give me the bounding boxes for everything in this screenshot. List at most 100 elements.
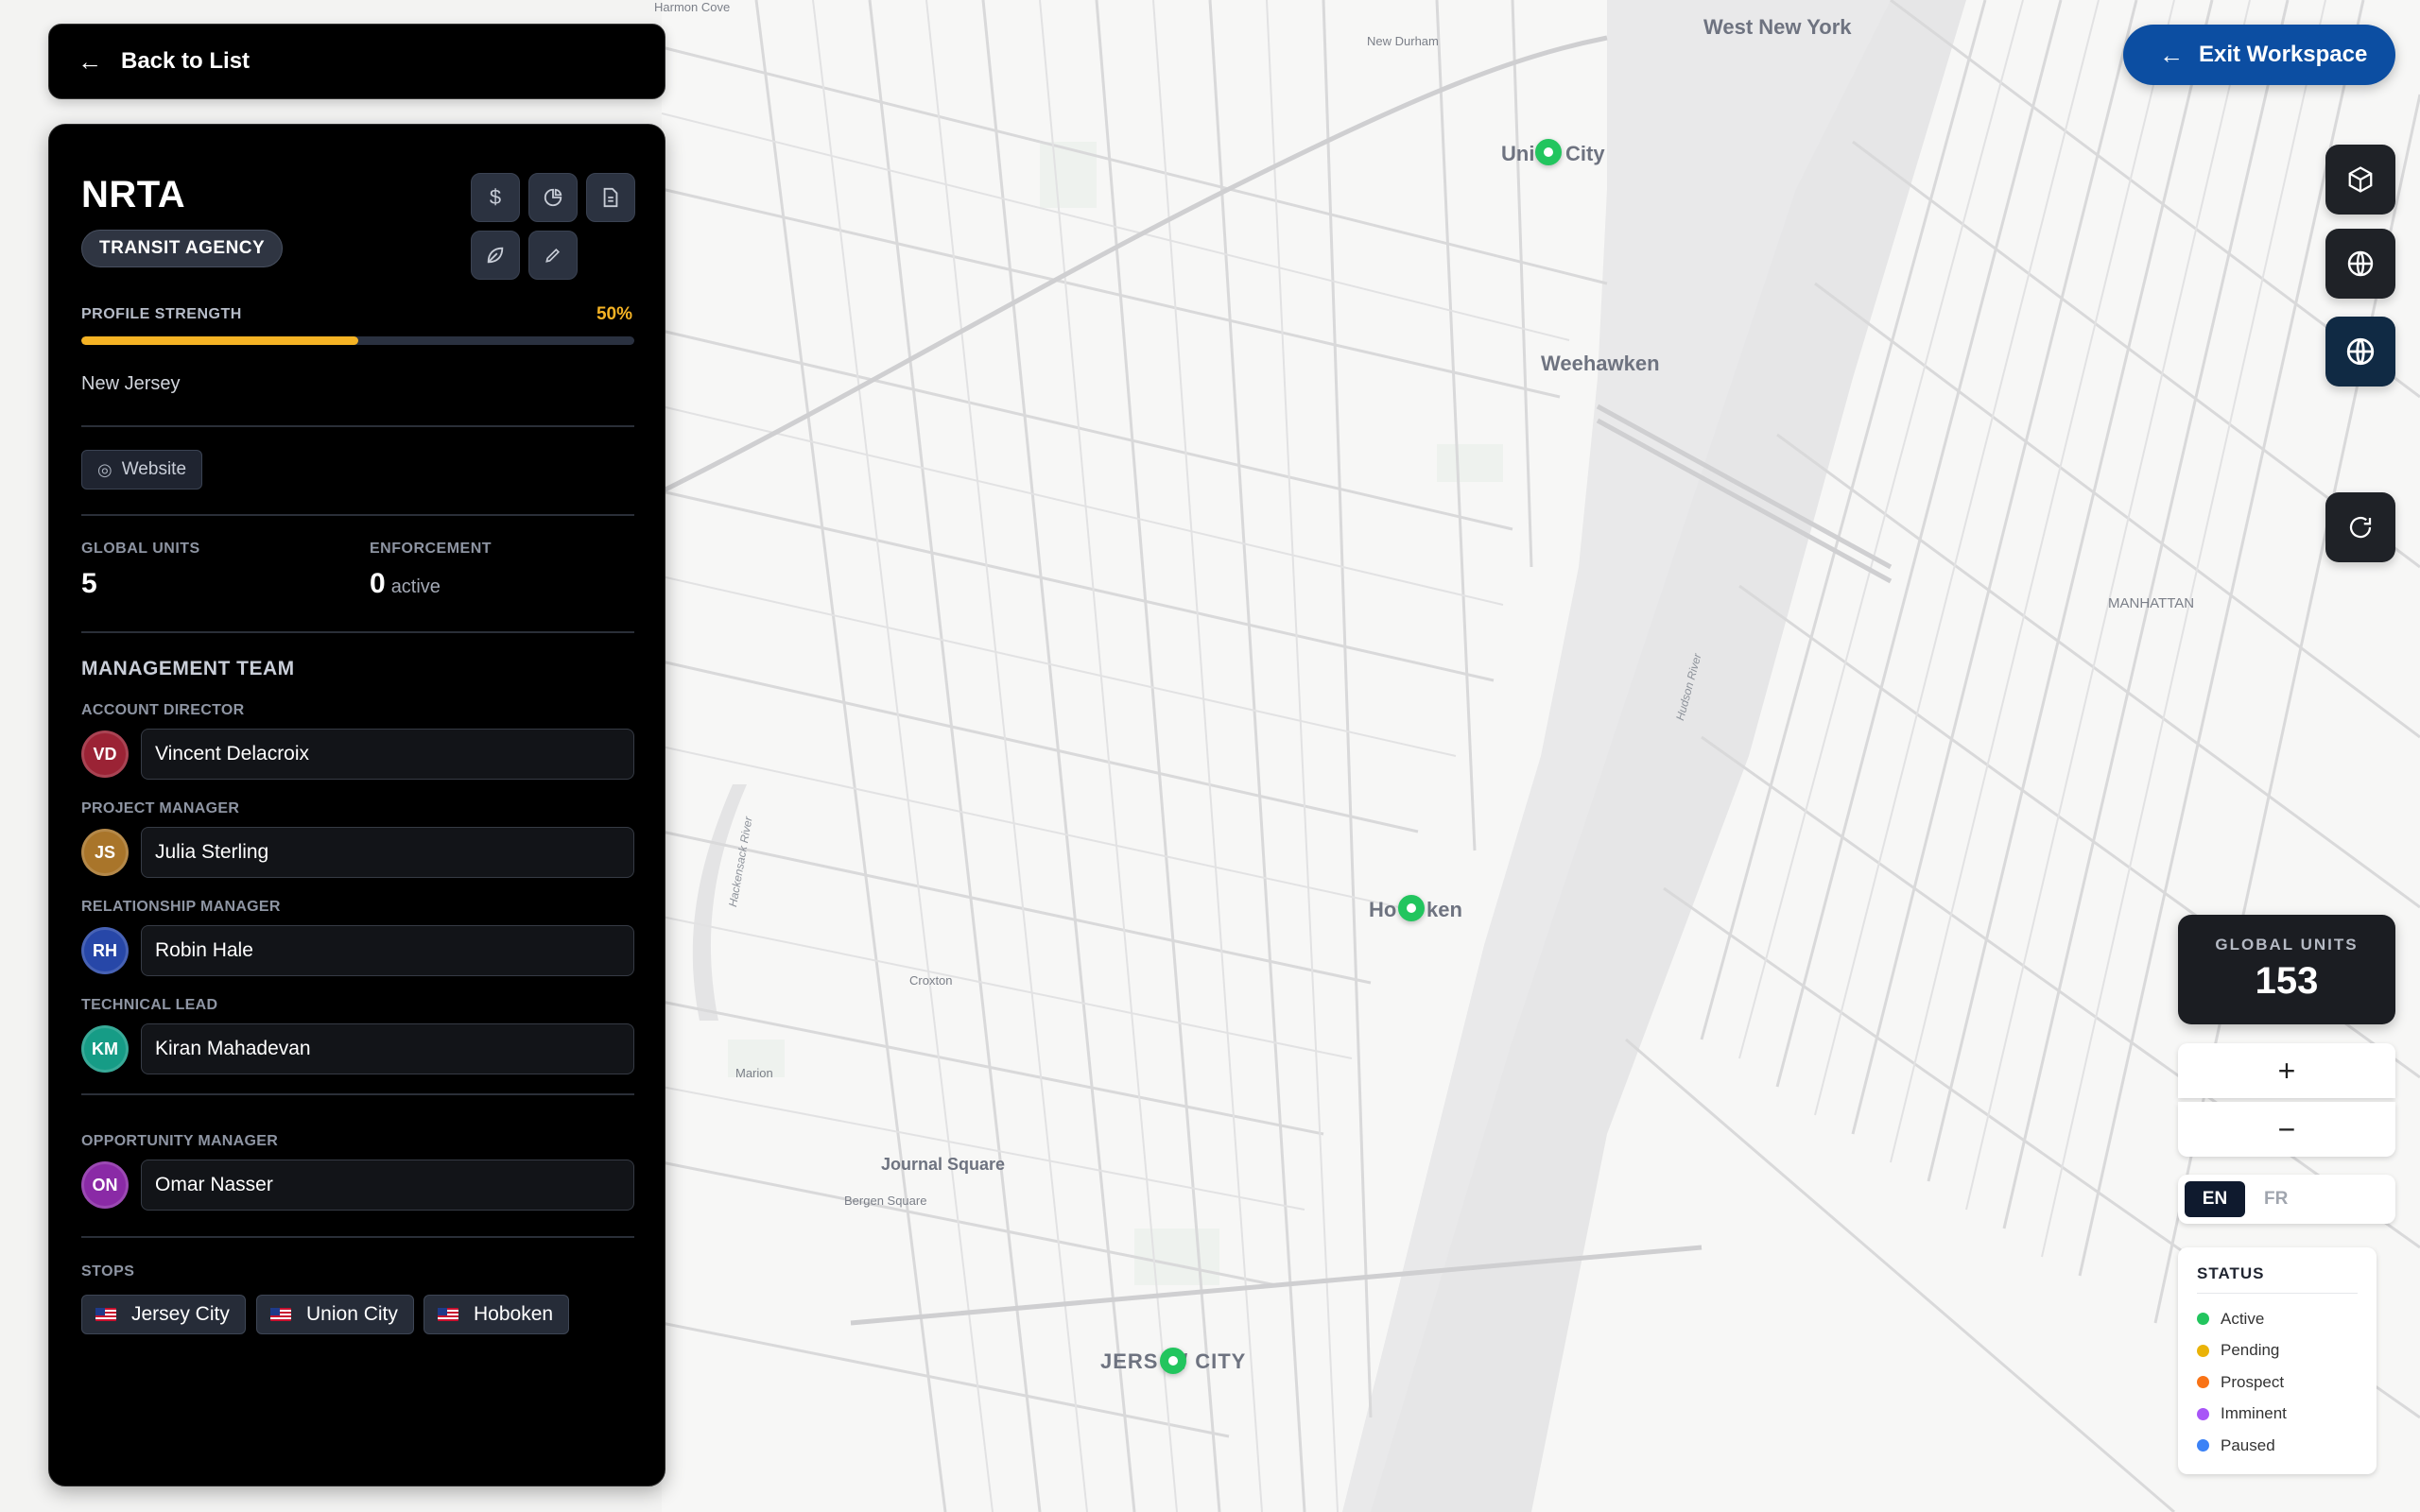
map-label-hoboken-a: Ho [1369,898,1397,921]
map-label-harmon-cove: Harmon Cove [654,0,731,14]
status-dot-icon [2197,1313,2209,1326]
relationship-manager-field[interactable]: Robin Hale [141,925,634,976]
stop-chip-union-city[interactable]: Union City [256,1295,414,1334]
role-opportunity-manager: OPPORTUNITY MANAGER [81,1133,279,1149]
map-label-marion: Marion [735,1066,773,1080]
map-label-manhattan: MANHATTAN [2108,595,2195,611]
map-label-bergen-square: Bergen Square [844,1194,927,1208]
enforcement-sub: active [390,576,441,597]
3d-view-button[interactable] [2325,145,2395,215]
map-label-west-new-york: West New York [1703,15,1852,39]
cube-icon [2348,166,2373,193]
exit-workspace-label: Exit Workspace [2199,42,2368,67]
website-link[interactable]: ◎ Website [81,450,203,490]
role-technical-lead: TECHNICAL LEAD [81,997,218,1013]
stop-chip-hoboken[interactable]: Hoboken [424,1295,570,1334]
stop-label: Jersey City [131,1303,230,1325]
map-label-journal-square: Journal Square [881,1155,1006,1174]
detail-panel: NRTA TRANSIT AGENCY $ PROFILE STRENGTH 5… [48,124,666,1486]
divider [81,1236,634,1238]
exit-workspace-button[interactable]: ← Exit Workspace [2123,25,2395,85]
stop-label: Union City [306,1303,398,1325]
global-units-value: 5 [81,568,97,599]
us-flag-icon [270,1308,291,1321]
back-to-list-button[interactable]: ← Back to List [48,24,666,99]
refresh-icon [2349,516,2372,539]
opportunity-manager-field[interactable]: Omar Nasser [141,1160,634,1211]
legend-title: STATUS [2197,1264,2358,1294]
legend-label: Prospect [2221,1372,2285,1391]
us-flag-icon [438,1308,458,1321]
map-marker-jersey-city[interactable] [1160,1348,1186,1374]
language-toggle: EN FR [2178,1175,2395,1224]
avatar: VD [81,730,129,778]
website-label: Website [121,459,187,479]
map-marker-union-city[interactable] [1535,139,1562,165]
legend-item: Paused [2197,1430,2358,1462]
document-button[interactable] [586,173,635,222]
legend-item: Active [2197,1303,2358,1335]
profile-strength-bar [81,336,634,345]
technical-lead-field[interactable]: Kiran Mahadevan [141,1023,634,1074]
legend-item: Prospect [2197,1366,2358,1399]
map-label-weehawken: Weehawken [1541,352,1660,375]
role-relationship-manager: RELATIONSHIP MANAGER [81,899,281,915]
eco-button[interactable] [471,231,520,280]
divider [81,1093,634,1095]
map-label-jersey-city-a: JERS [1100,1349,1159,1373]
map-global-units-value: 153 [2255,960,2319,1002]
divider [81,631,634,633]
zoom-in-button[interactable]: + [2178,1043,2395,1098]
enforcement-label: ENFORCEMENT [370,541,493,557]
agency-region: New Jersey [81,373,181,394]
agency-type-badge: TRANSIT AGENCY [81,230,284,267]
map-label-croxton: Croxton [909,973,953,988]
map-label-new-durham: New Durham [1367,34,1439,48]
map-label-jersey-city-b: / CITY [1182,1349,1247,1373]
map-label-union-city-a: Uni [1501,142,1535,165]
avatar: KM [81,1025,129,1073]
map-label-union-city-b: City [1565,142,1605,165]
globe-icon [2347,250,2374,277]
globe-view-button[interactable] [2325,229,2395,299]
zoom-out-button[interactable]: − [2178,1102,2395,1157]
legend-label: Active [2221,1309,2265,1328]
legend-label: Paused [2221,1435,2275,1454]
status-dot-icon [2197,1439,2209,1452]
legend-item: Imminent [2197,1399,2358,1431]
project-manager-field[interactable]: Julia Sterling [141,827,634,878]
analytics-button[interactable] [528,173,578,222]
enforcement-stat: 0 active [370,568,441,600]
divider [81,514,634,516]
agency-name: NRTA [81,174,186,215]
account-director-field[interactable]: Vincent Delacroix [141,729,634,780]
lang-fr-button[interactable]: FR [2264,1189,2288,1210]
language-globe-button[interactable] [2325,317,2395,387]
enforcement-value: 0 [370,568,386,599]
document-icon [603,187,618,208]
map-marker-hoboken[interactable] [1398,895,1425,921]
arrow-left-icon: ← [2159,40,2184,69]
billing-button[interactable]: $ [471,173,520,222]
edit-button[interactable] [528,231,578,280]
legend-label: Pending [2221,1341,2280,1360]
role-project-manager: PROJECT MANAGER [81,800,240,816]
arrow-left-icon: ← [78,46,102,76]
avatar: JS [81,829,129,876]
profile-strength-value: 50% [596,304,632,324]
legend-label: Imminent [2221,1404,2287,1423]
stops-label: STOPS [81,1263,135,1280]
stop-chip-jersey-city[interactable]: Jersey City [81,1295,246,1334]
back-to-list-label: Back to List [121,48,251,74]
profile-strength-fill [81,336,358,345]
management-team-title: MANAGEMENT TEAM [81,658,295,679]
lang-en-button[interactable]: EN [2185,1181,2245,1217]
status-dot-icon [2197,1344,2209,1357]
stop-label: Hoboken [474,1303,554,1325]
global-units-label: GLOBAL UNITS [81,541,200,557]
status-legend: STATUS Active Pending Prospect Imminent … [2178,1247,2377,1474]
profile-strength-label: PROFILE STRENGTH [81,306,242,322]
divider [81,425,634,427]
refresh-button[interactable] [2325,492,2395,562]
legend-item: Pending [2197,1335,2358,1367]
